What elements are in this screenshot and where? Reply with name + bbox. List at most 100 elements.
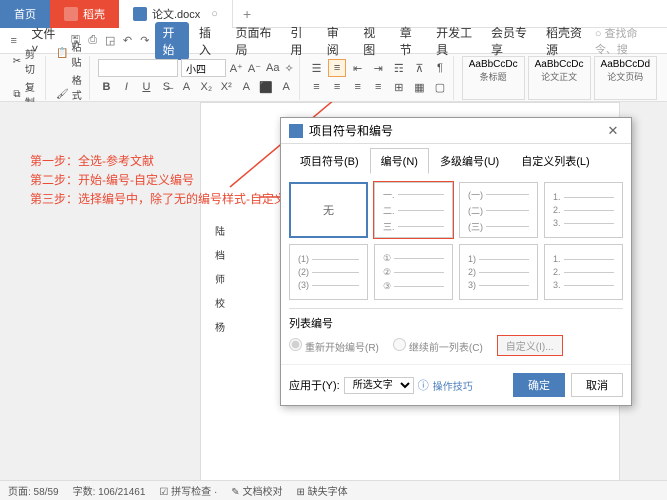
dialog-tabs: 项目符号(B) 编号(N) 多级编号(U) 自定义列表(L)	[281, 144, 631, 174]
dialog-icon	[289, 124, 303, 138]
menu-dev[interactable]: 开发工具	[428, 22, 481, 60]
undo-icon[interactable]: ↶	[120, 31, 135, 51]
status-page[interactable]: 页面: 58/59	[8, 483, 59, 498]
preview-cn1[interactable]: 一.二.三.	[374, 182, 453, 238]
preview-circle[interactable]: ①②③	[374, 244, 453, 300]
copy-icon: ⧉	[12, 87, 22, 101]
dialog-body: 无 一.二.三. (一)(二)(三) 1.2.3. (1)(2)(3) ①②③ …	[281, 174, 631, 364]
font-size-select[interactable]	[181, 59, 226, 77]
dialog-footer: 应用于(Y): 所选文字 ⓘ 操作技巧 确定 取消	[281, 364, 631, 405]
italic-icon[interactable]: I	[118, 78, 135, 96]
apply-select[interactable]: 所选文字	[344, 377, 414, 394]
tab-add[interactable]: +	[233, 6, 261, 22]
menu-res[interactable]: 稻壳资源	[538, 22, 591, 60]
menu-insert[interactable]: 插入	[191, 22, 225, 60]
ok-button[interactable]: 确定	[513, 373, 565, 397]
doc-content: 陆档师校杨	[215, 221, 225, 341]
menubar: ≡ 文件 ˅ 🖫 ⎙ ◲ ↶ ↷ 开始 插入 页面布局 引用 审阅 视图 章节 …	[0, 28, 667, 54]
document-area: 第一步：全选-参考文献 第二步：开始-编号-自定义编号 第三步：选择编号中，除了…	[0, 102, 667, 480]
border-icon[interactable]: ▢	[431, 78, 449, 96]
sort-icon[interactable]: ⊼	[411, 59, 429, 77]
list-number-section: 列表编号 重新开始编号(R) 继续前一列表(C) 自定义(I)...	[289, 308, 623, 356]
paste-group: 📋粘贴 🖌格式刷	[50, 56, 90, 100]
menu-view[interactable]: 视图	[355, 22, 389, 60]
paragraph-group: ☰ ≡ ⇤ ⇥ ☶ ⊼ ¶ ≡ ≡ ≡ ≡ ⊞ ▦ ▢	[304, 56, 454, 100]
preview-cn2[interactable]: (一)(二)(三)	[459, 182, 538, 238]
custom-button[interactable]: 自定义(I)...	[497, 335, 563, 356]
font-family-select[interactable]	[98, 59, 178, 77]
sub-icon[interactable]: X₂	[198, 78, 215, 96]
status-words[interactable]: 字数: 106/21461	[73, 483, 146, 498]
annotation-text: 第一步：全选-参考文献 第二步：开始-编号-自定义编号 第三步：选择编号中，除了…	[30, 152, 286, 210]
font-color-icon[interactable]: A	[278, 78, 295, 96]
status-missing[interactable]: ⊞ 缺失字体	[296, 483, 347, 498]
align-left-icon[interactable]: ≡	[308, 78, 326, 96]
font-a-icon[interactable]: A	[178, 78, 195, 96]
shrink-font-icon[interactable]: A⁻	[247, 59, 262, 77]
preview-paren2[interactable]: 1)2)3)	[459, 244, 538, 300]
paste-icon: 📋	[56, 47, 68, 61]
preview-icon[interactable]: ◲	[102, 31, 117, 51]
status-spell[interactable]: ☑ 拼写检查 ·	[159, 483, 217, 498]
shading-icon[interactable]: ▦	[411, 78, 429, 96]
ribbon: ✂剪切 ⧉复制 📋粘贴 🖌格式刷 A⁺ A⁻ Aa ✧ B I U S̶ A X…	[0, 54, 667, 102]
style-2[interactable]: AaBbCcDc论文正文	[528, 56, 591, 100]
list-number-label: 列表编号	[289, 315, 623, 331]
style-1[interactable]: AaBbCcDc条标题	[462, 56, 525, 100]
menu-review[interactable]: 审阅	[319, 22, 353, 60]
menu-section[interactable]: 章节	[392, 22, 426, 60]
preview-grid: 无 一.二.三. (一)(二)(三) 1.2.3. (1)(2)(3) ①②③ …	[289, 182, 623, 300]
tab-multilevel[interactable]: 多级编号(U)	[429, 148, 510, 174]
indent-inc-icon[interactable]: ⇥	[369, 59, 387, 77]
preview-none[interactable]: 无	[289, 182, 368, 238]
bold-icon[interactable]: B	[98, 78, 115, 96]
radio-continue[interactable]: 继续前一列表(C)	[393, 338, 483, 354]
align-center-icon[interactable]: ≡	[328, 78, 346, 96]
numbering-dialog: 项目符号和编号 ✕ 项目符号(B) 编号(N) 多级编号(U) 自定义列表(L)…	[280, 117, 632, 406]
scissors-icon: ✂	[12, 54, 22, 68]
font-effect-icon[interactable]: A	[238, 78, 255, 96]
change-case-icon[interactable]: Aa	[265, 59, 280, 77]
style-3[interactable]: AaBbCcDd论文页码	[594, 56, 657, 100]
align-justify-icon[interactable]: ≡	[369, 78, 387, 96]
styles-group: AaBbCcDc条标题 AaBbCcDc论文正文 AaBbCcDd论文页码	[458, 56, 661, 100]
indent-dec-icon[interactable]: ⇤	[349, 59, 367, 77]
search-hint[interactable]: ○ 查找命令、搜	[595, 25, 661, 57]
menu-ref[interactable]: 引用	[282, 22, 316, 60]
info-icon[interactable]: ⓘ	[418, 377, 429, 393]
underline-icon[interactable]: U	[138, 78, 155, 96]
clear-format-icon[interactable]: ✧	[284, 59, 295, 77]
menu-vip[interactable]: 会员专享	[483, 22, 536, 60]
font-group: A⁺ A⁻ Aa ✧ B I U S̶ A X₂ X² A ⬛ A	[94, 56, 300, 100]
paste-button[interactable]: 📋粘贴	[54, 38, 85, 70]
tab-customlist[interactable]: 自定义列表(L)	[510, 148, 600, 174]
sup-icon[interactable]: X²	[218, 78, 235, 96]
strike-icon[interactable]: S̶	[158, 78, 175, 96]
align-right-icon[interactable]: ≡	[349, 78, 367, 96]
menu-layout[interactable]: 页面布局	[227, 22, 280, 60]
preview-paren1[interactable]: (1)(2)(3)	[289, 244, 368, 300]
status-proof[interactable]: ✎ 文档校对	[231, 483, 282, 498]
dialog-close-icon[interactable]: ✕	[603, 123, 623, 139]
menu-start[interactable]: 开始	[155, 22, 189, 60]
numbering-icon[interactable]: ≡	[328, 59, 346, 77]
preview-num2[interactable]: 1.2.3.	[544, 244, 623, 300]
bullets-icon[interactable]: ☰	[308, 59, 326, 77]
radio-restart[interactable]: 重新开始编号(R)	[289, 338, 379, 354]
linespace-icon[interactable]: ☶	[390, 59, 408, 77]
close-icon[interactable]: ○	[211, 8, 218, 20]
grow-font-icon[interactable]: A⁺	[229, 59, 244, 77]
print-icon[interactable]: ⎙	[85, 31, 100, 51]
tab-numbering[interactable]: 编号(N)	[370, 148, 429, 174]
tab-bullets[interactable]: 项目符号(B)	[289, 148, 370, 174]
tips-link[interactable]: 操作技巧	[433, 378, 473, 393]
marks-icon[interactable]: ¶	[431, 59, 449, 77]
redo-icon[interactable]: ↷	[137, 31, 152, 51]
statusbar: 页面: 58/59 字数: 106/21461 ☑ 拼写检查 · ✎ 文档校对 …	[0, 480, 667, 500]
highlight-icon[interactable]: ⬛	[258, 78, 275, 96]
distrib-icon[interactable]: ⊞	[390, 78, 408, 96]
brush-icon: 🖌	[56, 87, 69, 101]
preview-num1[interactable]: 1.2.3.	[544, 182, 623, 238]
cancel-button[interactable]: 取消	[571, 373, 623, 397]
cut-button[interactable]: ✂剪切	[10, 45, 41, 77]
